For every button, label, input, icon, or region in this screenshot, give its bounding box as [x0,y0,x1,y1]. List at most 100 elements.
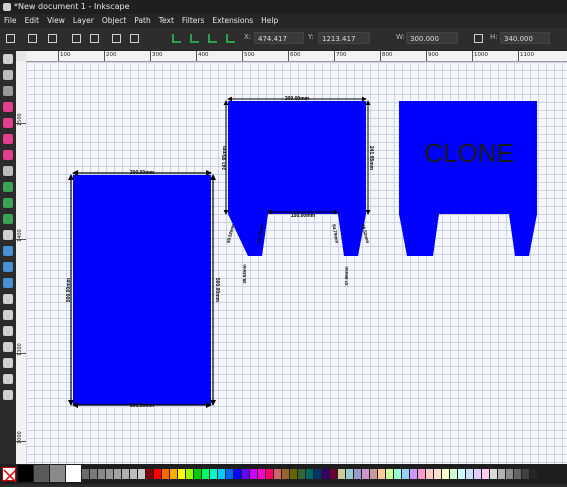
menu-edit[interactable]: Edit [25,14,40,28]
color-swatch[interactable] [130,469,137,479]
color-swatch[interactable] [98,469,105,479]
calligraphy-tool-icon[interactable] [3,214,13,224]
color-swatch[interactable] [442,469,449,479]
raise-to-top-icon[interactable] [172,34,181,43]
rotate-cw-icon[interactable] [90,34,99,43]
color-swatch[interactable] [418,469,425,479]
color-swatch[interactable] [234,469,241,479]
x-field[interactable]: 474.417 [254,32,304,44]
rectangle-tool-icon[interactable] [3,102,13,112]
color-swatch[interactable] [250,469,257,479]
color-swatch[interactable] [330,469,337,479]
menu-view[interactable]: View [47,14,65,28]
measure-tool-icon[interactable] [3,358,13,368]
color-swatch[interactable] [346,469,353,479]
color-swatch[interactable] [362,469,369,479]
pages-tool-icon[interactable] [3,390,13,400]
color-swatch[interactable] [106,469,113,479]
3d-box-tool-icon[interactable] [3,118,13,128]
ellipse-tool-icon[interactable] [3,134,13,144]
color-swatch[interactable] [314,469,321,479]
menu-object[interactable]: Object [102,14,126,28]
h-field[interactable]: 340.000 [500,32,550,44]
lower-icon[interactable] [208,34,217,43]
color-swatch[interactable] [210,469,217,479]
lock-icon[interactable] [474,34,483,43]
color-swatch[interactable] [34,465,49,482]
color-swatch[interactable] [178,469,185,479]
y-field[interactable]: 1213.417 [318,32,370,44]
color-swatch[interactable] [298,469,305,479]
color-swatch[interactable] [82,469,89,479]
drawing-canvas[interactable]: 300.00mm 300.00mm 500.00mm 500.00mm 300.… [26,62,567,464]
color-swatch[interactable] [162,469,169,479]
lower-to-bottom-icon[interactable] [226,34,235,43]
color-swatch[interactable] [426,469,433,479]
color-swatch[interactable] [50,465,65,482]
color-swatch[interactable] [354,469,361,479]
color-swatch[interactable] [218,469,225,479]
flip-vertical-icon[interactable] [130,34,139,43]
menu-extensions[interactable]: Extensions [212,14,253,28]
color-swatch[interactable] [370,469,377,479]
color-swatch[interactable] [266,469,273,479]
color-swatch[interactable] [458,469,465,479]
color-swatch[interactable] [146,469,153,479]
spray-tool-icon[interactable] [3,310,13,320]
color-swatch[interactable] [186,469,193,479]
menu-help[interactable]: Help [261,14,278,28]
horizontal-ruler[interactable]: 100 200 300 400 500 600 700 800 900 1000… [26,51,567,62]
pencil-tool-icon[interactable] [3,182,13,192]
color-swatch[interactable] [226,469,233,479]
color-swatch[interactable] [122,469,129,479]
mesh-tool-icon[interactable] [3,262,13,272]
color-swatch[interactable] [154,469,161,479]
color-swatch[interactable] [258,469,265,479]
selector-tool-icon[interactable] [3,54,13,64]
color-swatch[interactable] [338,469,345,479]
color-swatch[interactable] [274,469,281,479]
no-paint-swatch[interactable] [2,467,17,483]
flip-horizontal-icon[interactable] [112,34,121,43]
gradient-tool-icon[interactable] [3,246,13,256]
blue-chair-shape[interactable] [228,101,366,256]
tweak-tool-icon[interactable] [3,86,13,96]
color-swatch[interactable] [114,469,121,479]
paint-bucket-tool-icon[interactable] [3,294,13,304]
color-swatch[interactable] [194,469,201,479]
color-swatch[interactable] [170,469,177,479]
zoom-tool-icon[interactable] [3,374,13,384]
color-swatch[interactable] [522,469,529,479]
color-swatch[interactable] [138,469,145,479]
color-swatch[interactable] [410,469,417,479]
color-swatch[interactable] [18,465,33,482]
color-swatch[interactable] [434,469,441,479]
raise-icon[interactable] [190,34,199,43]
menu-text[interactable]: Text [159,14,174,28]
select-all-layers-icon[interactable] [28,34,37,43]
color-swatch[interactable] [450,469,457,479]
color-swatch[interactable] [498,469,505,479]
color-swatch[interactable] [530,469,537,479]
color-swatch[interactable] [282,469,289,479]
menu-file[interactable]: File [4,14,17,28]
dropper-tool-icon[interactable] [3,278,13,288]
color-swatch[interactable] [66,465,81,482]
color-swatch[interactable] [466,469,473,479]
color-swatch[interactable] [322,469,329,479]
color-swatch[interactable] [506,469,513,479]
color-swatch[interactable] [490,469,497,479]
star-tool-icon[interactable] [3,150,13,160]
menu-layer[interactable]: Layer [73,14,94,28]
connector-tool-icon[interactable] [3,342,13,352]
color-swatch[interactable] [386,469,393,479]
color-swatch[interactable] [202,469,209,479]
menu-path[interactable]: Path [134,14,150,28]
color-swatch[interactable] [394,469,401,479]
color-swatch[interactable] [474,469,481,479]
menu-filters[interactable]: Filters [182,14,204,28]
text-tool-icon[interactable] [3,230,13,240]
color-swatch[interactable] [242,469,249,479]
color-swatch[interactable] [482,469,489,479]
deselect-icon[interactable] [48,34,57,43]
